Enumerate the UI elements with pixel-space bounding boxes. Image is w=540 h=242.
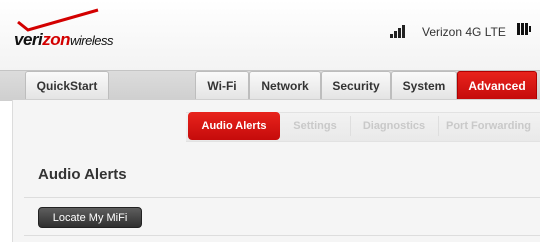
tab-quickstart[interactable]: QuickStart (25, 71, 109, 99)
section-divider (24, 235, 540, 236)
subnav-divider (438, 116, 439, 136)
subtab-audio-alerts[interactable]: Audio Alerts (188, 112, 280, 140)
tab-wifi[interactable]: Wi-Fi (195, 71, 249, 99)
battery-icon (517, 23, 533, 35)
tab-system[interactable]: System (391, 71, 457, 99)
verizon-wireless-logo: verizonwireless (14, 8, 134, 52)
section-divider (24, 197, 540, 198)
subtab-diagnostics[interactable]: Diagnostics (352, 112, 436, 140)
subtab-port-forwarding[interactable]: Port Forwarding (446, 112, 540, 140)
tab-security[interactable]: Security (321, 71, 391, 99)
locate-my-mifi-button[interactable]: Locate My MiFi (38, 207, 142, 228)
logo-wordmark: verizonwireless (14, 30, 113, 49)
network-status: Verizon 4G LTE (422, 25, 506, 39)
subtab-settings[interactable]: Settings (282, 112, 348, 140)
tab-advanced[interactable]: Advanced (457, 71, 537, 99)
header-bar: verizonwireless Verizon 4G LTE (0, 0, 540, 70)
signal-strength-icon (390, 25, 408, 38)
tab-network[interactable]: Network (249, 71, 321, 99)
page-title: Audio Alerts (38, 166, 127, 183)
subnav-divider (350, 116, 351, 136)
